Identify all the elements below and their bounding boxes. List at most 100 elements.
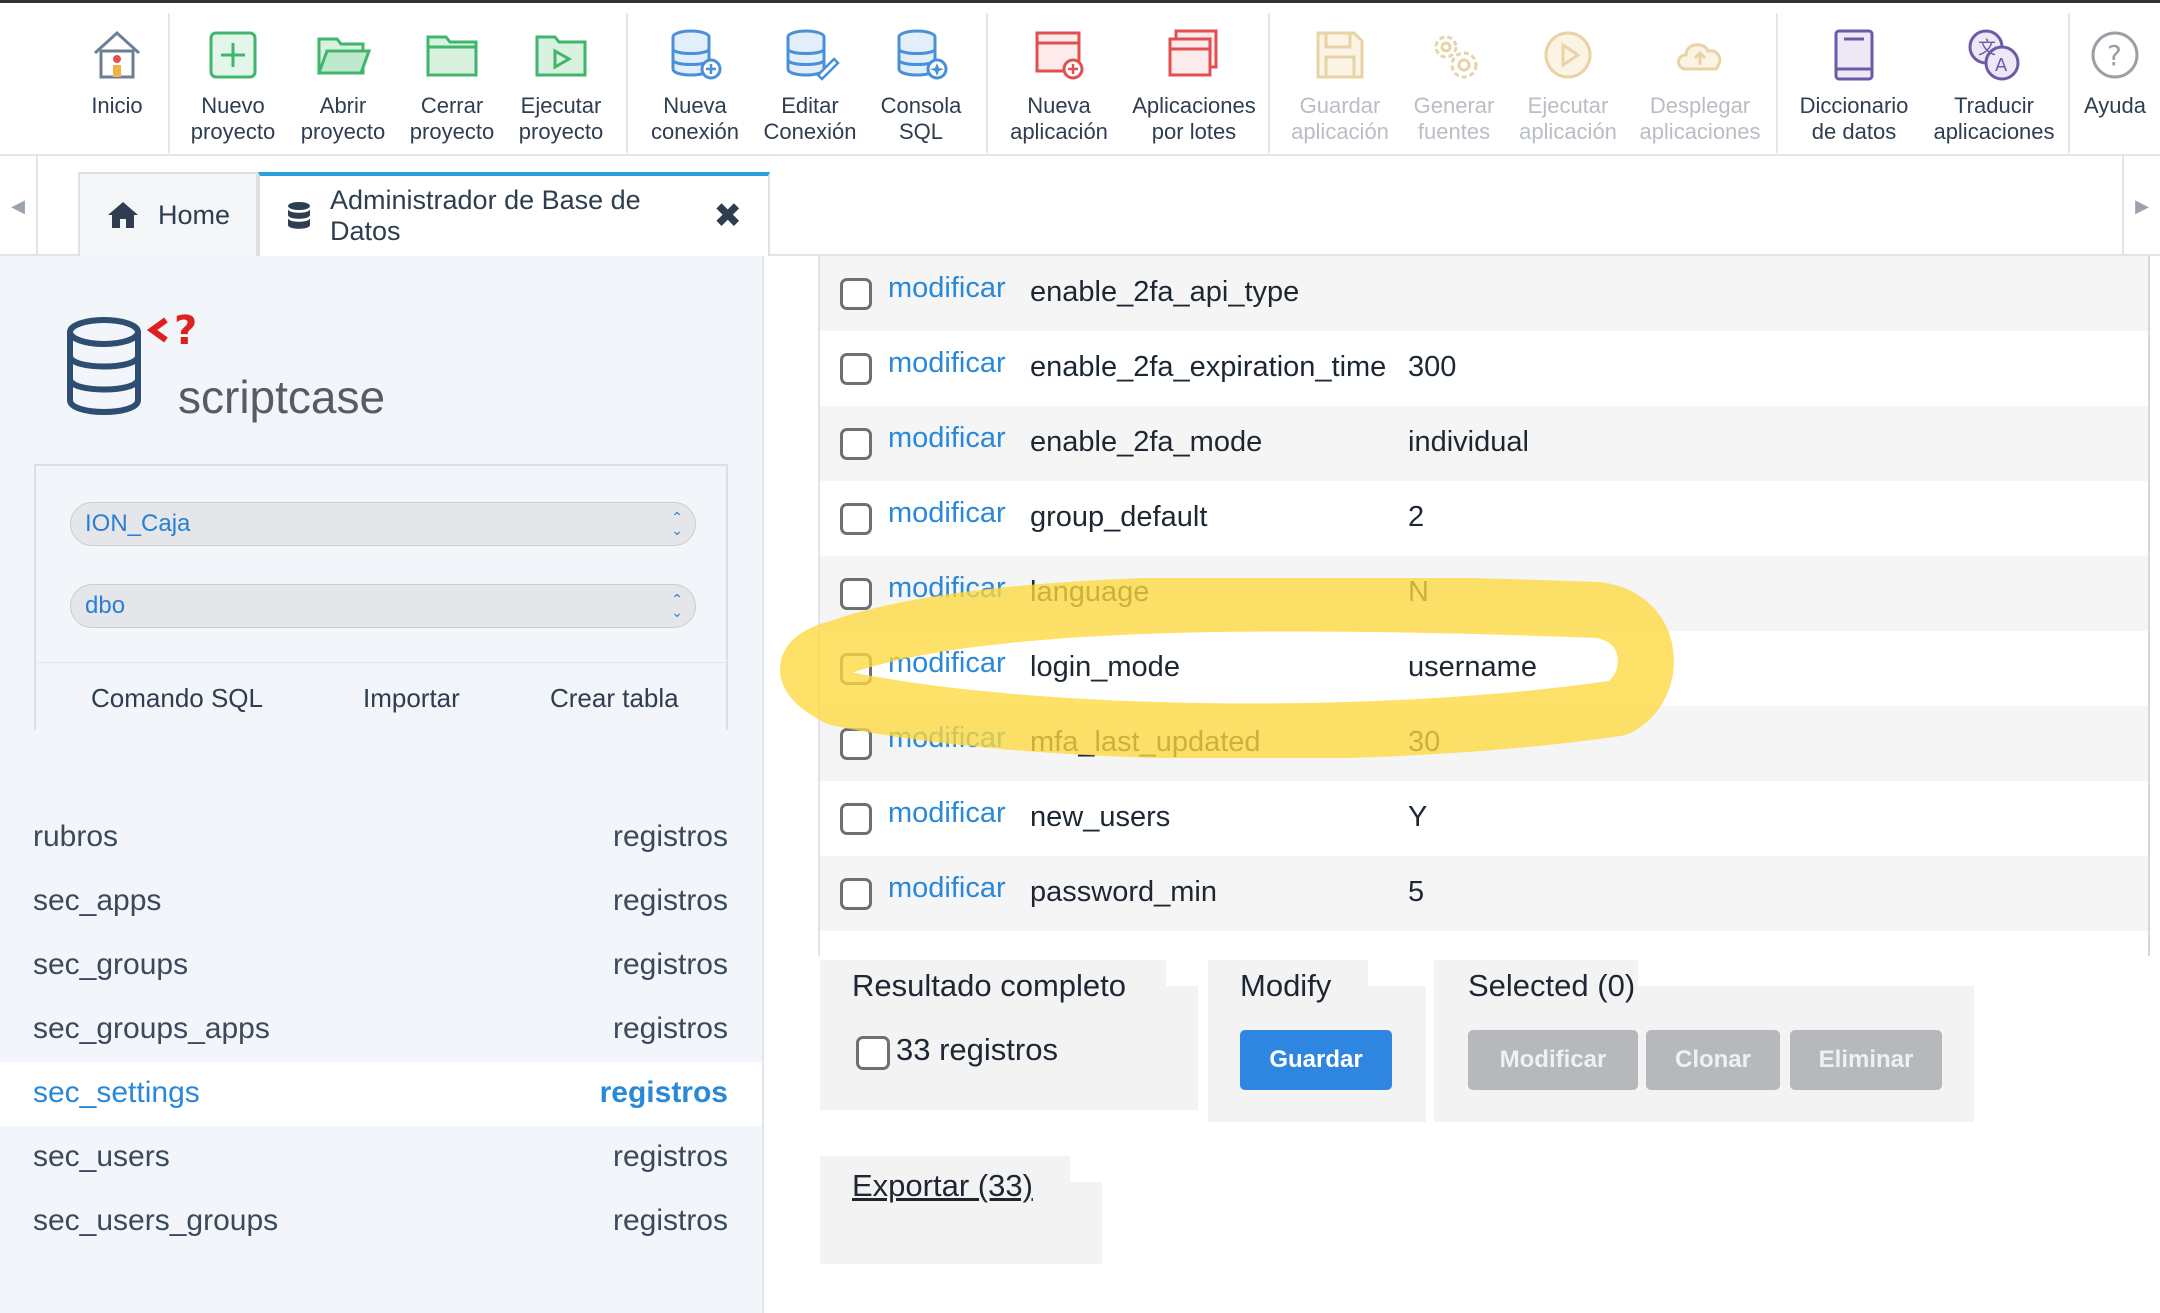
setting-key: new_users [1030, 801, 1171, 833]
comando-sql-link[interactable]: Comando SQL [91, 683, 263, 714]
row-checkbox[interactable] [840, 578, 872, 610]
table-name[interactable]: sec_settings [33, 1076, 200, 1110]
registros-link[interactable]: registros [613, 1140, 728, 1174]
table-row[interactable]: rubros registros [0, 806, 762, 870]
nueva-conexion-label: Nueva conexión [650, 93, 740, 144]
modificar-link[interactable]: modificar [888, 422, 1006, 455]
tab-scroll-left[interactable]: ◀ [0, 156, 38, 256]
tab-home[interactable]: Home [78, 172, 258, 256]
registros-link[interactable]: registros [613, 1204, 728, 1238]
aplicaciones-por-lotes-button[interactable]: Aplicaciones por lotes [1128, 13, 1260, 145]
schema-select-value: dbo [85, 592, 126, 619]
inicio-button[interactable]: Inicio [62, 13, 172, 119]
modificar-button[interactable]: Modificar [1468, 1030, 1638, 1090]
tab-home-label: Home [158, 199, 231, 230]
setting-value: 2 [1408, 501, 1425, 533]
table-row: modificar enable_2fa_mode individual [820, 406, 2148, 481]
table-name[interactable]: sec_users_groups [33, 1204, 278, 1238]
ejecutar-proyecto-button[interactable]: Ejecutar proyecto [506, 13, 616, 145]
crear-tabla-link[interactable]: Crear tabla [550, 683, 679, 714]
diccionario-de-datos-button[interactable]: Diccionario de datos [1794, 13, 1914, 145]
table-row[interactable]: sec_groups_apps registros [0, 998, 762, 1062]
connection-select[interactable]: ION_Caja ⌃ ⌄ [70, 502, 696, 546]
consola-sql-button[interactable]: Consola SQL [866, 13, 976, 145]
clonar-button[interactable]: Clonar [1646, 1030, 1780, 1090]
svg-text:?: ? [174, 308, 197, 354]
row-checkbox[interactable] [840, 803, 872, 835]
guardar-aplicacion-button[interactable]: Guardar aplicación [1285, 13, 1395, 145]
table-row-active[interactable]: sec_settings registros [0, 1062, 762, 1126]
row-checkbox[interactable] [840, 353, 872, 385]
abrir-proyecto-button[interactable]: Abrir proyecto [288, 13, 398, 145]
modificar-link[interactable]: modificar [888, 872, 1006, 905]
ayuda-button[interactable]: ? Ayuda [2070, 13, 2160, 119]
editar-conexion-button[interactable]: Editar Conexión [755, 13, 865, 145]
registros-link[interactable]: registros [613, 948, 728, 982]
row-checkbox[interactable] [840, 278, 872, 310]
table-name[interactable]: sec_apps [33, 884, 161, 918]
diccionario-de-datos-label: Diccionario de datos [1799, 93, 1909, 144]
inicio-label: Inicio [91, 93, 143, 118]
save-icon [1316, 31, 1364, 79]
batch-apps-icon [1168, 29, 1218, 77]
cerrar-proyecto-button[interactable]: Cerrar proyecto [397, 13, 507, 145]
modificar-link[interactable]: modificar [888, 497, 1006, 530]
importar-link[interactable]: Importar [363, 683, 460, 714]
row-checkbox[interactable] [840, 428, 872, 460]
nueva-conexion-button[interactable]: Nueva conexión [640, 13, 750, 145]
registros-link[interactable]: registros [613, 820, 728, 854]
table-row[interactable]: sec_groups registros [0, 934, 762, 998]
table-row: modificar mfa_last_updated 30 [820, 706, 2148, 781]
ejecutar-aplicacion-button[interactable]: Ejecutar aplicación [1513, 13, 1623, 145]
registros-link[interactable]: registros [613, 1012, 728, 1046]
modificar-link[interactable]: modificar [888, 722, 1006, 755]
table-name[interactable]: sec_users [33, 1140, 170, 1174]
nueva-aplicacion-button[interactable]: Nueva aplicación [1004, 13, 1114, 145]
table-row: modificar password_min 5 [820, 856, 2148, 931]
table-row[interactable]: sec_users registros [0, 1126, 762, 1190]
modificar-link[interactable]: modificar [888, 272, 1006, 305]
exportar-link[interactable]: Exportar (33) [852, 1168, 1033, 1204]
tab-administrador-label: Administrador de Base de Datos [330, 185, 641, 246]
select-arrows-icon: ⌃ ⌄ [671, 509, 683, 538]
select-all-checkbox[interactable] [856, 1036, 890, 1070]
table-name[interactable]: sec_groups [33, 948, 188, 982]
selected-panel: Selected (0) Modificar Clonar Eliminar [1434, 960, 1974, 1122]
new-project-icon [209, 31, 257, 79]
setting-key: enable_2fa_mode [1030, 426, 1263, 458]
registros-link[interactable]: registros [600, 1076, 728, 1110]
row-checkbox[interactable] [840, 653, 872, 685]
translate-icon: 文 A [1968, 29, 2020, 81]
tab-administrador-base-datos[interactable]: Administrador de Base de Datos ✖ [258, 172, 770, 256]
abrir-proyecto-label: Abrir proyecto [300, 93, 386, 144]
nuevo-proyecto-button[interactable]: Nuevo proyecto [178, 13, 288, 145]
table-row: modificar login_mode username [820, 631, 2148, 706]
row-checkbox[interactable] [840, 728, 872, 760]
modificar-link[interactable]: modificar [888, 797, 1006, 830]
desplegar-aplicaciones-button[interactable]: Desplegar aplicaciones [1632, 13, 1768, 145]
generar-fuentes-button[interactable]: Generar fuentes [1399, 13, 1509, 145]
close-icon[interactable]: ✖ [714, 196, 743, 236]
table-name[interactable]: rubros [33, 820, 118, 854]
guardar-button[interactable]: Guardar [1240, 1030, 1392, 1090]
svg-text:?: ? [2107, 39, 2122, 72]
eliminar-button[interactable]: Eliminar [1790, 1030, 1942, 1090]
row-checkbox[interactable] [840, 878, 872, 910]
modificar-link[interactable]: modificar [888, 572, 1006, 605]
table-row[interactable]: sec_apps registros [0, 870, 762, 934]
setting-key: language [1030, 576, 1150, 608]
modificar-link[interactable]: modificar [888, 647, 1006, 680]
traducir-aplicaciones-button[interactable]: 文 A Traducir aplicaciones [1926, 13, 2062, 145]
table-name[interactable]: sec_groups_apps [33, 1012, 270, 1046]
modificar-link[interactable]: modificar [888, 347, 1006, 380]
table-row: modificar group_default 2 [820, 481, 2148, 556]
schema-select[interactable]: dbo ⌃ ⌄ [70, 584, 696, 628]
cerrar-proyecto-label: Cerrar proyecto [409, 93, 495, 144]
setting-value: Y [1408, 801, 1428, 833]
desplegar-aplicaciones-label: Desplegar aplicaciones [1639, 93, 1761, 144]
table-row: modificar new_users Y [820, 781, 2148, 856]
registros-link[interactable]: registros [613, 884, 728, 918]
table-row[interactable]: sec_users_groups registros [0, 1190, 762, 1254]
row-checkbox[interactable] [840, 503, 872, 535]
tab-scroll-right[interactable]: ▶ [2122, 156, 2160, 256]
